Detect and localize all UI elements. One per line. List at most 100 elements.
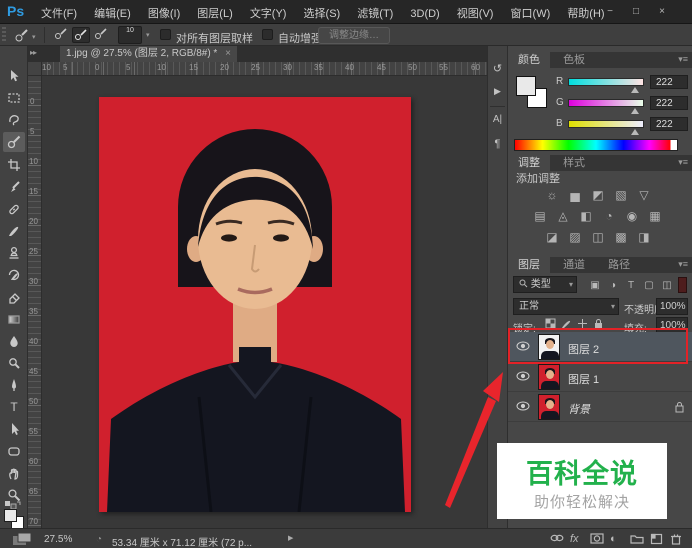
tab-paths[interactable]: 路径: [598, 257, 640, 273]
filter-smart-objects-icon[interactable]: ◫: [660, 280, 674, 291]
shape-tool[interactable]: [3, 441, 25, 461]
menu-file[interactable]: 文件(F): [34, 5, 84, 21]
color-balance-icon[interactable]: ◬: [553, 209, 573, 223]
history-panel-icon[interactable]: ↺: [487, 62, 508, 75]
tool-preset-icon[interactable]: [14, 27, 30, 46]
hand-tool[interactable]: [3, 463, 25, 483]
levels-icon[interactable]: ▅: [565, 188, 585, 202]
maximize-button[interactable]: □: [626, 4, 646, 19]
blur-tool[interactable]: [3, 331, 25, 351]
tab-channels[interactable]: 通道: [553, 257, 595, 273]
document-image[interactable]: [99, 97, 411, 512]
zoom-level[interactable]: 27.5%: [44, 534, 72, 545]
blend-mode-select[interactable]: 正常 ▾: [513, 298, 619, 315]
channel-g-slider[interactable]: [568, 99, 644, 107]
filter-shape-layers-icon[interactable]: ▢: [642, 280, 656, 291]
collapse-chevrons-icon[interactable]: ▸▸: [30, 48, 36, 57]
channel-g-value[interactable]: 222: [650, 96, 688, 110]
color-fg-swatch[interactable]: [516, 76, 536, 96]
black-white-icon[interactable]: ◧: [576, 209, 596, 223]
posterize-icon[interactable]: ▨: [565, 230, 585, 244]
panel-menu-icon[interactable]: ▾≡: [678, 54, 688, 65]
menu-filter[interactable]: 滤镜(T): [350, 5, 400, 21]
layer-style-fx-icon[interactable]: fx: [570, 533, 579, 545]
brush-tool[interactable]: [3, 221, 25, 241]
sample-all-layers-label[interactable]: 对所有图层取样: [176, 30, 253, 46]
menu-type[interactable]: 文字(Y): [243, 5, 294, 21]
menu-image[interactable]: 图像(I): [141, 5, 187, 21]
gradient-tool[interactable]: [3, 309, 25, 329]
tab-adjustments[interactable]: 调整: [508, 155, 550, 171]
opacity-input[interactable]: 100%: [656, 298, 688, 315]
selective-color-icon[interactable]: ▩: [611, 230, 631, 244]
gradient-map-icon[interactable]: ◨: [634, 230, 654, 244]
layer-row-background[interactable]: 背景: [508, 392, 692, 422]
healing-brush-tool[interactable]: [3, 199, 25, 219]
curves-icon[interactable]: ◩: [588, 188, 608, 202]
selection-new-mode-button[interactable]: [52, 27, 70, 43]
menu-window[interactable]: 窗口(W): [504, 5, 558, 21]
color-lookup-icon[interactable]: ▦: [645, 209, 665, 223]
screen-mode-icon[interactable]: [12, 532, 32, 548]
brush-size-picker[interactable]: 10: [118, 26, 142, 44]
panel-menu-icon[interactable]: ▾≡: [678, 157, 688, 168]
tool-preset-arrow-icon[interactable]: ▾: [32, 33, 36, 41]
channel-r-slider[interactable]: [568, 78, 644, 86]
brush-size-arrow-icon[interactable]: ▾: [146, 31, 150, 39]
history-brush-tool[interactable]: [3, 265, 25, 285]
menu-layer[interactable]: 图层(L): [190, 5, 239, 21]
invert-icon[interactable]: ◪: [542, 230, 562, 244]
paragraph-panel-icon[interactable]: ¶: [487, 138, 508, 150]
lasso-tool[interactable]: [3, 110, 25, 130]
move-tool[interactable]: [3, 66, 25, 86]
channel-b-value[interactable]: 222: [650, 117, 688, 131]
channel-b-slider-handle[interactable]: [631, 129, 639, 135]
tab-close-icon[interactable]: ×: [225, 48, 231, 59]
status-expand-icon[interactable]: ▶: [288, 534, 293, 542]
threshold-icon[interactable]: ◫: [588, 230, 608, 244]
clone-stamp-tool[interactable]: [3, 243, 25, 263]
new-group-icon[interactable]: [630, 533, 644, 547]
close-button[interactable]: ×: [652, 4, 672, 19]
quick-selection-tool[interactable]: [3, 132, 25, 152]
menu-3d[interactable]: 3D(D): [403, 8, 446, 20]
minimize-button[interactable]: −: [600, 4, 620, 19]
tab-color[interactable]: 颜色: [508, 52, 550, 68]
path-selection-tool[interactable]: [3, 419, 25, 439]
filter-type-layers-icon[interactable]: T: [624, 280, 638, 291]
channel-r-slider-handle[interactable]: [631, 87, 639, 93]
character-panel-icon[interactable]: A|: [487, 114, 508, 125]
exposure-icon[interactable]: ▧: [611, 188, 631, 202]
foreground-color-swatch[interactable]: [4, 509, 17, 522]
document-info[interactable]: 53.34 厘米 x 71.12 厘米 (72 p...: [112, 534, 252, 548]
eraser-tool[interactable]: [3, 287, 25, 307]
marquee-tool[interactable]: [3, 88, 25, 108]
link-layers-icon[interactable]: [550, 533, 564, 546]
panel-menu-icon[interactable]: ▾≡: [678, 259, 688, 270]
menu-select[interactable]: 选择(S): [297, 5, 348, 21]
color-spectrum-ramp[interactable]: [514, 139, 678, 151]
hue-saturation-icon[interactable]: ▤: [530, 209, 550, 223]
new-adjustment-layer-icon[interactable]: ◐: [610, 533, 617, 545]
tab-swatches[interactable]: 色板: [553, 52, 595, 68]
channel-b-slider[interactable]: [568, 120, 644, 128]
layer-thumbnail[interactable]: [538, 394, 560, 420]
brightness-contrast-icon[interactable]: ☼: [542, 188, 562, 202]
photo-filter-icon[interactable]: ◔: [599, 209, 619, 223]
filter-adjustment-layers-icon[interactable]: ◑: [606, 280, 620, 291]
layer-filter-type-select[interactable]: 类型 ▾: [513, 276, 577, 293]
layer-thumbnail[interactable]: [538, 364, 560, 390]
crop-tool[interactable]: [3, 155, 25, 175]
layer-name[interactable]: 图层 1: [568, 371, 599, 387]
new-layer-icon[interactable]: [650, 533, 663, 548]
selection-subtract-mode-button[interactable]: [92, 27, 110, 43]
eyedropper-tool[interactable]: [3, 177, 25, 197]
layer-row-layer1[interactable]: 图层 1: [508, 362, 692, 392]
ruler-origin[interactable]: [28, 62, 42, 76]
auto-enhance-label[interactable]: 自动增强: [278, 30, 322, 46]
channel-r-value[interactable]: 222: [650, 75, 688, 89]
channel-g-slider-handle[interactable]: [631, 108, 639, 114]
delete-layer-icon[interactable]: [670, 533, 682, 548]
refine-edge-button[interactable]: 调整边缘…: [318, 27, 390, 44]
filter-pixel-layers-icon[interactable]: ▣: [588, 280, 602, 291]
